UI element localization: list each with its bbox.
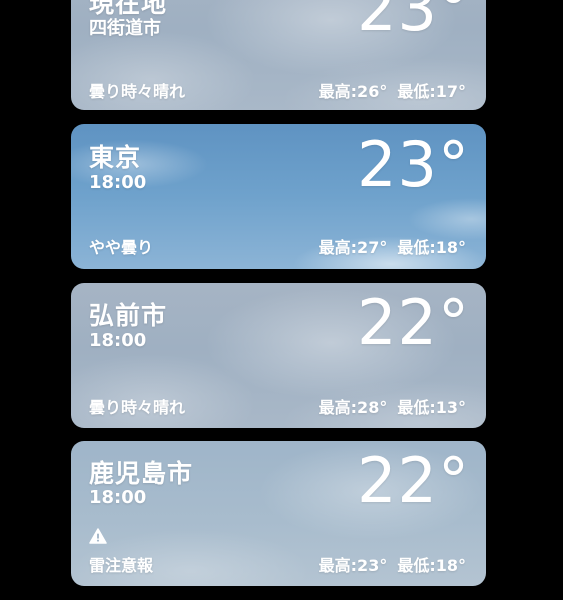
low-temperature: 最低:18° (397, 556, 466, 575)
high-low-temperature: 最高:23° 最低:18° (319, 552, 466, 576)
weather-condition: やや曇り (89, 238, 154, 257)
high-low-temperature: 最高:27° 最低:18° (319, 234, 466, 258)
location-card-kagoshima[interactable]: 鹿児島市 18:00 22° 雷注意報 最高:23° 最低:18° (71, 441, 486, 586)
location-name: 弘前市 (89, 301, 168, 330)
location-time: 18:00 (89, 330, 147, 351)
low-temperature: 最低:18° (397, 238, 466, 257)
location-name: 鹿児島市 (89, 459, 194, 488)
current-temperature: 23° (357, 0, 470, 45)
location-subtitle: 四街道市 (89, 18, 161, 39)
weather-alert-text: 雷注意報 (89, 556, 154, 575)
weather-location-list: 現在地 四街道市 23° 曇り時々晴れ 最高:26° 最低:17° 東京 18:0… (0, 0, 563, 600)
weather-condition: 曇り時々晴れ (89, 82, 186, 101)
high-temperature: 最高:28° (318, 398, 388, 417)
location-card-hirosaki[interactable]: 弘前市 18:00 22° 曇り時々晴れ 最高:28° 最低:13° (71, 283, 486, 428)
location-card-tokyo[interactable]: 東京 18:00 23° やや曇り 最高:27° 最低:18° (71, 124, 486, 269)
current-temperature: 23° (357, 128, 470, 201)
high-temperature: 最高:27° (318, 238, 388, 257)
location-name: 東京 (89, 143, 142, 172)
high-temperature: 最高:26° (318, 82, 388, 101)
current-temperature: 22° (357, 286, 470, 359)
location-time: 18:00 (89, 172, 147, 193)
high-low-temperature: 最高:26° 最低:17° (319, 78, 466, 102)
low-temperature: 最低:13° (397, 398, 466, 417)
current-temperature: 22° (357, 444, 470, 517)
low-temperature: 最低:17° (397, 82, 466, 101)
high-temperature: 最高:23° (318, 556, 388, 575)
location-card-current[interactable]: 現在地 四街道市 23° 曇り時々晴れ 最高:26° 最低:17° (71, 0, 486, 110)
weather-condition: 曇り時々晴れ (89, 398, 186, 417)
high-low-temperature: 最高:28° 最低:13° (319, 394, 466, 418)
warning-triangle-icon (89, 528, 107, 544)
location-time: 18:00 (89, 487, 147, 508)
